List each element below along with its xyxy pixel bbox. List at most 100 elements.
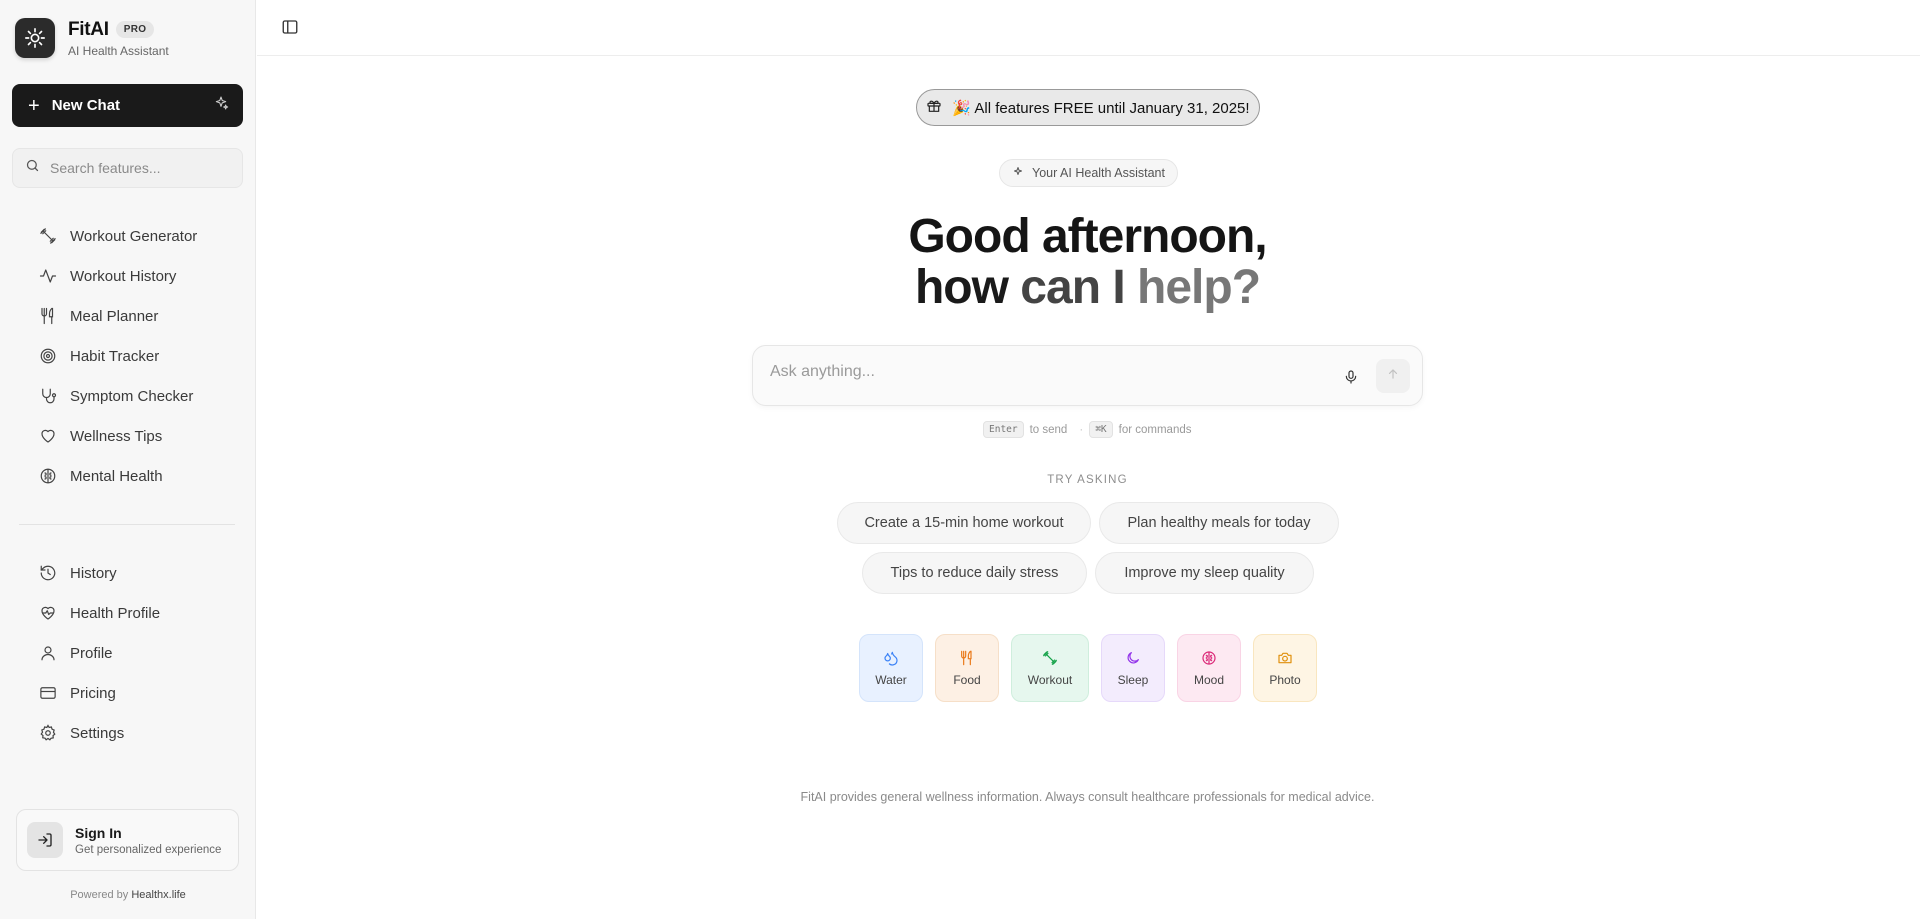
heart-pulse-icon — [38, 603, 58, 623]
microphone-icon[interactable] — [1341, 367, 1361, 387]
new-chat-label: New Chat — [51, 97, 121, 114]
command-hint-text: for commands — [1118, 423, 1192, 436]
chat-input[interactable] — [770, 363, 1330, 381]
sidebar-item-wellness-tips[interactable]: Wellness Tips — [38, 422, 162, 450]
suggestion-chip[interactable]: Create a 15-min home workout — [837, 502, 1091, 544]
sidebar-item-profile[interactable]: Profile — [38, 639, 113, 667]
greeting-line-1: Good afternoon, — [908, 210, 1267, 263]
sidebar-item-symptom-checker[interactable]: Symptom Checker — [38, 382, 193, 410]
assistant-pill: Your AI Health Assistant — [999, 159, 1178, 187]
pro-badge: PRO — [115, 21, 155, 38]
gift-icon — [926, 98, 942, 118]
moon-icon — [1124, 649, 1142, 667]
sign-in-subtitle: Get personalized experience — [75, 843, 222, 856]
suggestion-chip[interactable]: Plan healthy meals for today — [1099, 502, 1339, 544]
brand-subtitle: AI Health Assistant — [68, 43, 169, 58]
greeting-line-2: how can I help? — [600, 262, 1575, 313]
plus-icon: + — [28, 94, 40, 117]
sidebar-item-settings[interactable]: Settings — [38, 719, 124, 747]
powered-prefix: Powered by — [70, 889, 129, 901]
sparkles-icon — [213, 95, 229, 116]
powered-brand-link[interactable]: Healthx.life — [131, 889, 185, 901]
gear-icon — [38, 723, 58, 743]
hint-separator: · — [1079, 423, 1084, 436]
brand-name: FitAI — [68, 18, 109, 40]
greeting-word: how — [914, 261, 1009, 314]
sidebar-item-label: Workout Generator — [70, 227, 198, 245]
sidebar-toggle-icon[interactable] — [281, 18, 301, 38]
greeting-word: can I — [1020, 261, 1125, 314]
keyboard-hint: Enter to send · ⌘K for commands — [983, 421, 1198, 438]
top-bar — [257, 0, 1920, 56]
history-icon — [38, 563, 58, 583]
sidebar-item-workout-generator[interactable]: Workout Generator — [38, 222, 197, 250]
sidebar-item-label: Meal Planner — [70, 307, 159, 325]
target-icon — [38, 346, 58, 366]
quick-action-label: Workout — [1027, 673, 1073, 687]
sidebar-item-pricing[interactable]: Pricing — [38, 679, 116, 707]
droplets-icon — [882, 649, 900, 667]
login-icon — [27, 822, 63, 858]
stethoscope-icon — [38, 386, 58, 406]
sidebar-item-habit-tracker[interactable]: Habit Tracker — [38, 342, 159, 370]
utensils-icon — [958, 649, 976, 667]
command-key: ⌘K — [1089, 421, 1113, 438]
greeting-word: help? — [1137, 261, 1261, 314]
quick-action-mood[interactable]: Mood — [1177, 634, 1241, 702]
sidebar-item-label: Wellness Tips — [70, 427, 163, 445]
quick-action-label: Sleep — [1117, 673, 1149, 687]
camera-icon — [1276, 649, 1294, 667]
sparkles-icon — [1012, 166, 1024, 181]
sidebar-item-label: History — [70, 564, 117, 582]
sidebar-item-label: Profile — [70, 644, 113, 662]
sidebar-item-label: Symptom Checker — [70, 387, 194, 405]
sidebar-item-history[interactable]: History — [38, 559, 117, 587]
suggestion-chip[interactable]: Improve my sleep quality — [1095, 552, 1314, 594]
quick-action-food[interactable]: Food — [935, 634, 999, 702]
suggestion-chip[interactable]: Tips to reduce daily stress — [862, 552, 1087, 594]
sidebar-divider — [19, 524, 235, 525]
search-icon — [25, 158, 40, 178]
sidebar-item-label: Settings — [70, 724, 125, 742]
utensils-icon — [38, 306, 58, 326]
quick-action-photo[interactable]: Photo — [1253, 634, 1317, 702]
sidebar-item-label: Pricing — [70, 684, 116, 702]
dumbbell-icon — [38, 226, 58, 246]
enter-hint-text: to send — [1029, 423, 1068, 436]
disclaimer: FitAI provides general wellness informat… — [800, 790, 1375, 804]
sidebar: FitAI PRO AI Health Assistant + New Chat… — [0, 0, 256, 919]
promo-banner[interactable]: 🎉 All features FREE until January 31, 20… — [916, 89, 1260, 126]
sidebar-item-label: Health Profile — [70, 604, 161, 622]
sidebar-item-health-profile[interactable]: Health Profile — [38, 599, 160, 627]
quick-action-label: Mood — [1193, 673, 1225, 687]
logo-icon — [15, 18, 55, 58]
enter-key: Enter — [983, 421, 1024, 438]
arrow-up-icon — [1386, 367, 1400, 386]
sidebar-item-meal-planner[interactable]: Meal Planner — [38, 302, 158, 330]
sidebar-item-label: Habit Tracker — [70, 347, 160, 365]
brain-icon — [1200, 649, 1218, 667]
chat-input-box — [752, 345, 1423, 406]
quick-action-label: Water — [875, 673, 907, 687]
heart-icon — [38, 426, 58, 446]
brand: FitAI PRO AI Health Assistant — [15, 18, 169, 58]
promo-banner-text: 🎉 All features FREE until January 31, 20… — [952, 99, 1250, 117]
sign-in-card[interactable]: Sign In Get personalized experience — [16, 809, 239, 871]
quick-action-label: Photo — [1269, 673, 1301, 687]
sidebar-item-label: Workout History — [70, 267, 177, 285]
search-input[interactable] — [50, 160, 230, 176]
search-bar[interactable] — [12, 148, 243, 188]
quick-action-water[interactable]: Water — [859, 634, 923, 702]
try-asking-label: TRY ASKING — [1047, 474, 1128, 486]
credit-card-icon — [38, 683, 58, 703]
quick-action-sleep[interactable]: Sleep — [1101, 634, 1165, 702]
dumbbell-icon — [1041, 649, 1059, 667]
sign-in-title: Sign In — [75, 824, 122, 841]
new-chat-button[interactable]: + New Chat — [12, 84, 243, 127]
assistant-pill-text: Your AI Health Assistant — [1032, 166, 1165, 180]
quick-action-workout[interactable]: Workout — [1011, 634, 1089, 702]
user-icon — [38, 643, 58, 663]
sidebar-item-workout-history[interactable]: Workout History — [38, 262, 176, 290]
send-button[interactable] — [1376, 359, 1410, 393]
greeting-heading: Good afternoon, how can I help? — [600, 211, 1575, 313]
